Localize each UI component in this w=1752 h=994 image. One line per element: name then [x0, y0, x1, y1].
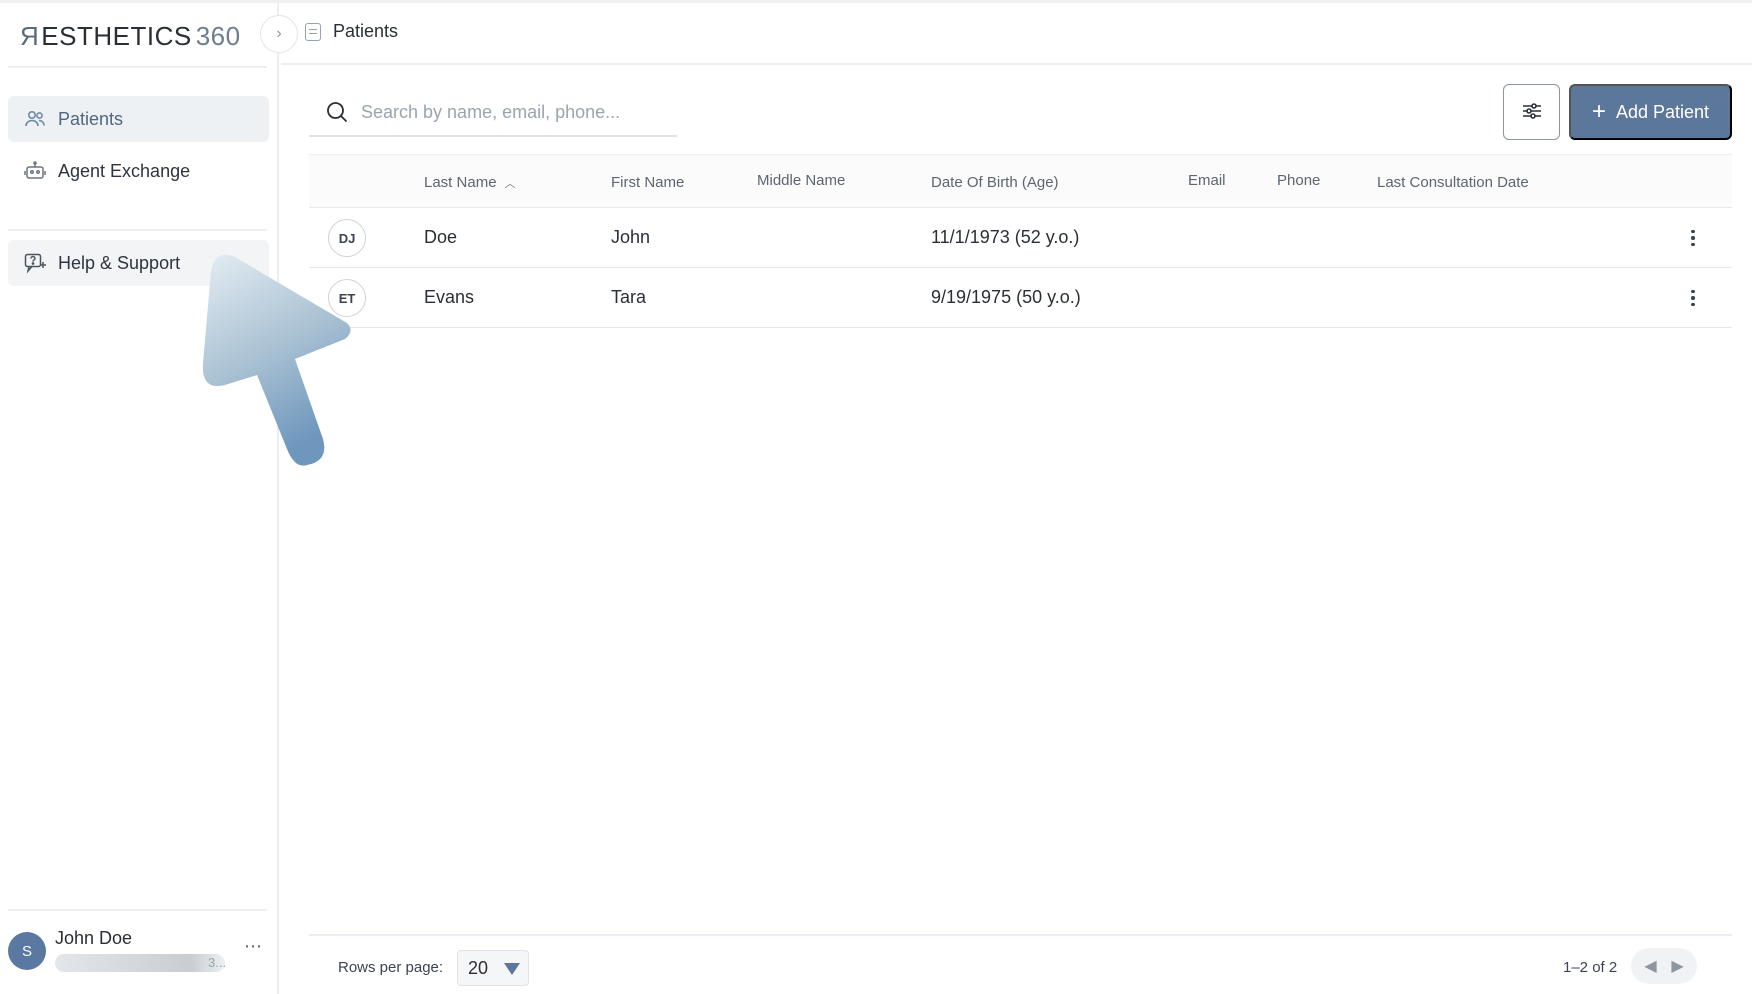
column-header-last-name[interactable]: Last Name ︿	[424, 174, 516, 191]
patients-table: Last Name ︿ First Name Middle Name Date O…	[309, 154, 1732, 328]
cell-last-name: Doe	[424, 227, 458, 247]
logo-mark: Я	[20, 21, 40, 51]
top-bar: Patients	[281, 3, 1752, 65]
column-header-middle-name[interactable]: Middle Name	[757, 172, 845, 189]
table-header: Last Name ︿ First Name Middle Name Date O…	[309, 154, 1732, 208]
cell-first-name: John	[611, 227, 651, 247]
pagination-range: 1–2 of 2	[1563, 959, 1618, 976]
sidebar: Я ESTHETICS 360 Patients Agent Exchange	[0, 3, 279, 994]
app-window: Я ESTHETICS 360 Patients Agent Exchange	[0, 0, 1752, 994]
user-profile[interactable]: S John Doe 3... ⋯	[8, 928, 270, 978]
column-header-email[interactable]: Email	[1188, 172, 1226, 189]
pagination-controls: ◀ ▶	[1631, 948, 1697, 984]
user-email-tail: 3...	[208, 955, 227, 970]
sidebar-item-patients[interactable]: Patients	[8, 96, 269, 142]
user-email-redacted	[55, 954, 225, 972]
user-more-icon[interactable]: ⋯	[244, 936, 263, 957]
app-logo[interactable]: Я ESTHETICS 360	[20, 21, 241, 55]
chevron-right-icon: ›	[276, 25, 282, 42]
add-patient-button[interactable]: + Add Patient	[1569, 84, 1732, 140]
rows-per-page-label: Rows per page:	[338, 959, 444, 976]
user-avatar: S	[8, 932, 46, 970]
cell-first-name: Tara	[611, 287, 647, 307]
rows-per-page-select[interactable]: 20	[457, 950, 529, 986]
patient-avatar: DJ	[328, 219, 366, 257]
sidebar-item-label: Agent Exchange	[58, 160, 191, 181]
table-footer: Rows per page: 20 1–2 of 2 ◀ ▶	[309, 934, 1732, 994]
cell-dob: 11/1/1973 (52 y.o.)	[931, 227, 1080, 247]
user-name: John Doe	[55, 928, 133, 948]
plus-icon: +	[1591, 98, 1606, 125]
cell-last-name: Evans	[424, 287, 475, 307]
rows-per-page-value: 20	[468, 957, 489, 978]
filter-button[interactable]	[1503, 84, 1560, 140]
sidebar-divider	[8, 66, 267, 68]
sort-ascending-icon: ︿	[504, 178, 516, 190]
patient-avatar: ET	[328, 279, 366, 317]
page-title: Patients	[333, 21, 399, 41]
table-row[interactable]: ET Evans Tara 9/19/1975 (50 y.o.)	[309, 268, 1732, 328]
help-support-button[interactable]: Help & Support	[8, 240, 269, 286]
logo-text: ESTHETICS	[41, 21, 192, 51]
column-header-phone[interactable]: Phone	[1277, 172, 1320, 189]
search-icon	[323, 98, 351, 126]
column-header-first-name[interactable]: First Name	[611, 174, 684, 191]
search-bar[interactable]	[309, 89, 677, 137]
caret-down-icon	[504, 963, 520, 975]
sidebar-item-label: Patients	[58, 108, 124, 129]
previous-page-icon[interactable]: ◀	[1644, 956, 1656, 976]
row-actions-icon[interactable]	[1681, 284, 1705, 312]
help-support-label: Help & Support	[58, 252, 181, 273]
search-input[interactable]	[361, 101, 661, 123]
robot-icon	[22, 160, 48, 182]
sidebar-divider	[8, 909, 267, 911]
column-header-last-consultation[interactable]: Last Consultation Date	[1377, 174, 1529, 191]
logo-suffix: 360	[195, 21, 241, 51]
table-row[interactable]: DJ Doe John 11/1/1973 (52 y.o.)	[309, 208, 1732, 268]
sidebar-toggle-button[interactable]: ›	[260, 15, 298, 53]
cell-dob: 9/19/1975 (50 y.o.)	[931, 287, 1081, 307]
add-patient-label: Add Patient	[1615, 101, 1710, 122]
help-chat-icon	[22, 252, 48, 274]
sidebar-divider	[8, 229, 267, 231]
breadcrumb: Patients	[305, 21, 398, 42]
next-page-icon[interactable]: ▶	[1671, 956, 1683, 976]
users-icon	[22, 108, 48, 130]
column-header-dob[interactable]: Date Of Birth (Age)	[931, 174, 1059, 191]
sidebar-item-agent-exchange[interactable]: Agent Exchange	[8, 148, 269, 194]
document-icon	[305, 22, 321, 41]
sliders-icon	[1521, 101, 1543, 124]
row-actions-icon[interactable]	[1681, 224, 1705, 252]
